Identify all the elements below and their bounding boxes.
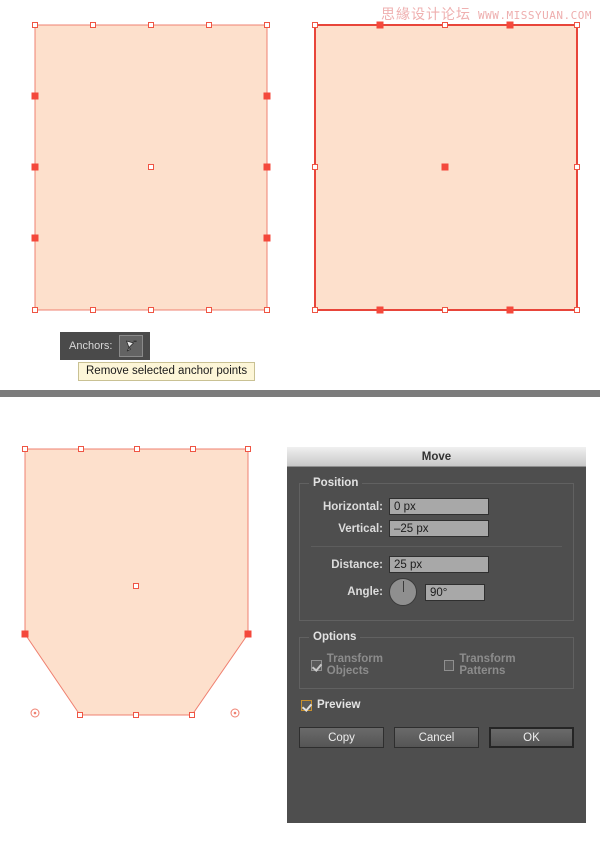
- angle-label: Angle:: [347, 586, 383, 598]
- ok-button[interactable]: OK: [488, 727, 574, 748]
- angle-row: Angle: 90°: [309, 578, 564, 606]
- group-separator: [311, 546, 562, 547]
- checkbox-icon: [301, 699, 312, 711]
- checkbox-icon: [311, 659, 322, 671]
- position-group: Position Horizontal: 0 px Vertical: –25 …: [299, 477, 574, 621]
- preview-label: Preview: [317, 699, 361, 711]
- horizontal-row: Horizontal: 0 px: [309, 498, 564, 515]
- transform-patterns-label: Transform Patterns: [459, 653, 516, 677]
- options-row: Transform Objects Transform Patterns: [311, 653, 562, 677]
- options-legend: Options: [313, 631, 357, 643]
- illustrator-screenshot: 思緣设计论坛 WWW.MISSYUAN.COM Anchors: Remove …: [0, 0, 600, 855]
- vertical-row: Vertical: –25 px: [309, 520, 564, 537]
- move-dialog: Move Position Horizontal: 0 px Vertical:…: [287, 447, 586, 823]
- transform-objects-label: Transform Objects: [326, 653, 383, 677]
- dialog-titlebar: Move: [287, 447, 586, 467]
- preview-checkbox[interactable]: Preview: [301, 699, 574, 711]
- dialog-buttons: Copy Cancel OK: [299, 727, 574, 748]
- horizontal-input[interactable]: 0 px: [389, 498, 489, 515]
- distance-input[interactable]: 25 px: [389, 556, 489, 573]
- dialog-title: Move: [421, 450, 452, 463]
- cancel-button[interactable]: Cancel: [393, 727, 479, 748]
- horizontal-label: Horizontal:: [322, 500, 383, 513]
- distance-row: Distance: 25 px: [309, 556, 564, 573]
- dialog-body: Position Horizontal: 0 px Vertical: –25 …: [287, 467, 586, 748]
- anchors-label: Anchors:: [69, 340, 113, 352]
- distance-label: Distance:: [331, 558, 383, 571]
- position-legend: Position: [313, 477, 359, 489]
- vertical-label: Vertical:: [338, 522, 383, 535]
- pen-remove-anchor-icon[interactable]: [119, 335, 144, 357]
- shape-rectangle-path-selected[interactable]: [285, 0, 585, 340]
- copy-button[interactable]: Copy: [299, 727, 384, 748]
- options-group: Options Transform Objects Transform Patt…: [299, 631, 574, 689]
- vertical-input[interactable]: –25 px: [389, 520, 489, 537]
- shape-pentagon-result[interactable]: [0, 420, 290, 760]
- shape-rectangle-all-anchors[interactable]: [0, 0, 300, 340]
- checkbox-icon: [443, 659, 455, 671]
- angle-input[interactable]: 90°: [425, 583, 485, 601]
- section-divider: [0, 390, 600, 397]
- transform-patterns-checkbox[interactable]: Transform Patterns: [443, 653, 562, 677]
- anchors-toolbar[interactable]: Anchors:: [60, 332, 151, 360]
- angle-dial[interactable]: [389, 578, 417, 606]
- transform-objects-checkbox[interactable]: Transform Objects: [311, 653, 426, 677]
- tooltip-remove-anchor-points: Remove selected anchor points: [78, 362, 256, 381]
